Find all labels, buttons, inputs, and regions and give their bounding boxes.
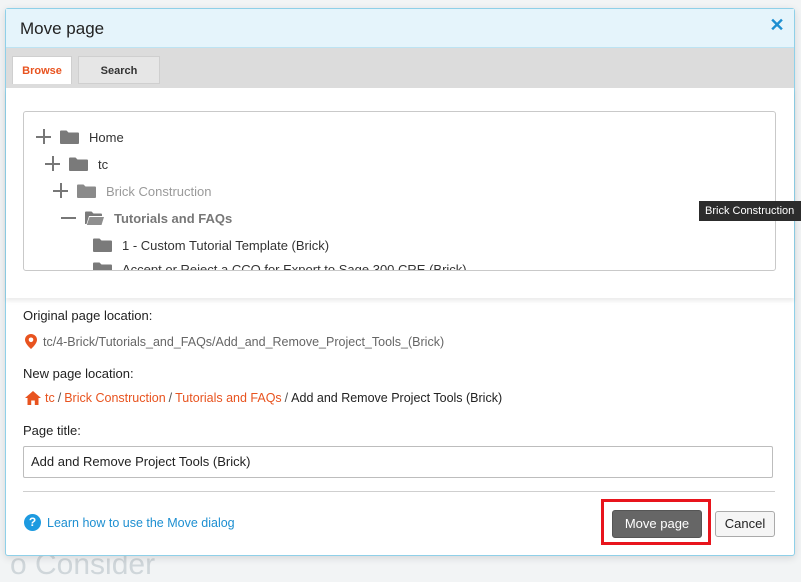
tree-item-home[interactable]: Home — [36, 126, 124, 148]
folder-icon — [93, 262, 112, 270]
expand-plus-icon[interactable] — [45, 156, 61, 172]
original-location-path: tc/4-Brick/Tutorials_and_FAQs/Add_and_Re… — [43, 334, 445, 349]
original-location: tc/4-Brick/Tutorials_and_FAQs/Add_and_Re… — [25, 334, 444, 349]
move-page-button[interactable]: Move page — [612, 510, 702, 538]
tab-search[interactable]: Search — [78, 56, 160, 84]
expand-plus-icon[interactable] — [36, 129, 52, 145]
help-icon: ? — [24, 514, 41, 531]
breadcrumb-brick-construction[interactable]: Brick Construction — [64, 391, 165, 405]
breadcrumb-current-page: Add and Remove Project Tools (Brick) — [291, 391, 503, 405]
home-icon[interactable] — [25, 391, 41, 405]
tab-bar: Browse Search — [6, 48, 794, 88]
open-folder-icon — [85, 211, 104, 225]
tree-item-custom-tutorial-template[interactable]: 1 - Custom Tutorial Template (Brick) — [93, 234, 329, 256]
folder-icon — [93, 238, 112, 252]
tree-item-label: 1 - Custom Tutorial Template (Brick) — [122, 237, 330, 253]
help-link[interactable]: ? Learn how to use the Move dialog — [24, 514, 235, 531]
breadcrumb-tc[interactable]: tc — [45, 391, 55, 405]
help-link-text: Learn how to use the Move dialog — [47, 515, 235, 530]
folder-icon — [69, 157, 88, 171]
new-location-label: New page location: — [23, 366, 134, 381]
tree-item-accept-or-reject-cco[interactable]: Accept or Reject a CCO for Export to Sag… — [93, 258, 467, 271]
tab-browse[interactable]: Browse — [12, 56, 72, 84]
breadcrumb-tutorials-and-faqs[interactable]: Tutorials and FAQs — [175, 391, 282, 405]
move-page-dialog: Move page ✕ Browse Search Home tc Brick … — [5, 8, 795, 556]
tree-item-brick-construction[interactable]: Brick Construction — [53, 180, 211, 202]
browse-panel: Home tc Brick Construction Tutorials and… — [6, 88, 794, 298]
tree-item-label: Home — [89, 129, 124, 145]
breadcrumb-separator: / — [284, 391, 289, 405]
folder-icon — [77, 184, 96, 198]
dialog-title: Move page — [20, 19, 105, 38]
original-location-label: Original page location: — [23, 308, 153, 323]
tree-item-label: Tutorials and FAQs — [114, 210, 233, 226]
folder-icon — [60, 130, 79, 144]
breadcrumb-separator: / — [168, 391, 173, 405]
collapse-minus-icon[interactable] — [61, 210, 77, 226]
page-title-input[interactable]: Add and Remove Project Tools (Brick) — [23, 446, 773, 478]
footer-divider — [23, 491, 775, 492]
cancel-button[interactable]: Cancel — [715, 511, 775, 537]
location-pin-icon — [25, 334, 37, 349]
tree-item-label: tc — [98, 156, 109, 172]
tree-item-tutorials-and-faqs[interactable]: Tutorials and FAQs — [61, 207, 232, 229]
page-tree[interactable]: Home tc Brick Construction Tutorials and… — [23, 111, 776, 271]
tree-item-tooltip: Brick Construction — [699, 201, 801, 221]
tree-item-label: Accept or Reject a CCO for Export to Sag… — [122, 261, 467, 271]
tree-item-tc[interactable]: tc — [45, 153, 108, 175]
new-location-breadcrumb: tc / Brick Construction / Tutorials and … — [25, 391, 502, 405]
close-icon[interactable]: ✕ — [768, 16, 786, 34]
expand-plus-icon[interactable] — [53, 183, 69, 199]
dialog-header: Move page ✕ — [6, 9, 794, 48]
breadcrumb-separator: / — [57, 391, 62, 405]
page-title-label: Page title: — [23, 423, 81, 438]
tree-item-label: Brick Construction — [106, 183, 212, 199]
